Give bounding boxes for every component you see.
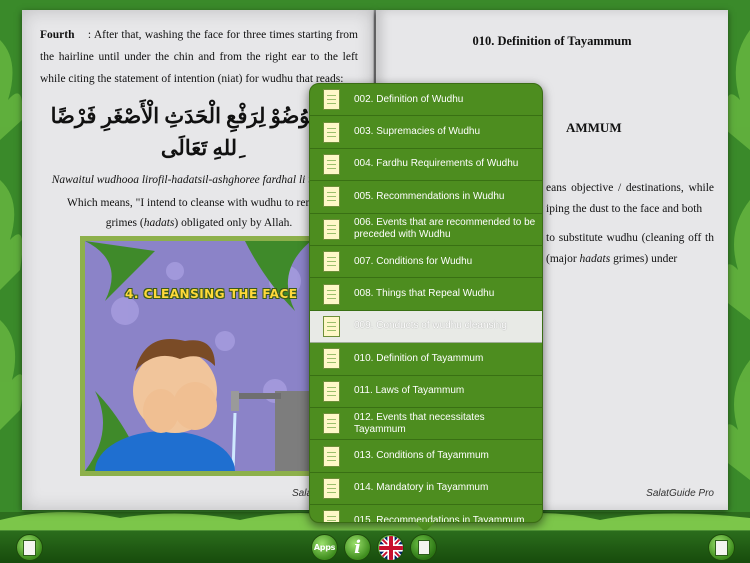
apps-button[interactable]: Apps [311,534,338,561]
toc-item[interactable]: 014. Mandatory in Tayammum [310,473,542,506]
toc-item-label: 011. Laws of Tayammum [354,385,465,397]
step-paragraph: Fourth : After that, washing the face fo… [40,29,359,85]
document-icon [323,413,340,435]
toc-item-label: 005. Recommendations in Wudhu [354,190,505,202]
meaning-part-1: Which means, "I intend to cleanse with w… [66,197,331,209]
document-icon [323,153,340,175]
right-paragraph-2: to substitute wudhu (cleaning off th (ma… [546,228,714,270]
right-paragraph-1: eans objective / destinations, while ipi… [546,182,714,215]
left-book-button[interactable] [16,534,43,561]
toc-item-label: 015. Recommendations in Tayammum [354,514,525,523]
contents-icon [417,540,430,555]
table-of-contents-popup[interactable]: 002. Definition of Wudhu 003. Supremacie… [309,83,543,523]
document-icon [323,477,340,499]
contents-button[interactable] [410,534,437,561]
document-icon [323,445,340,467]
document-icon [323,315,340,337]
toc-item[interactable]: 004. Fardhu Requirements of Wudhu [310,149,542,182]
toc-item[interactable]: 008. Things that Repeal Wudhu [310,278,542,311]
illustration-art [85,241,311,471]
book-icon [23,539,36,556]
toc-item-label: 012. Events that necessitates Tayammum [354,411,485,435]
document-icon [323,251,340,273]
toc-item-label: 009. Conducts of wudhu cleansing [354,320,507,332]
toc-item-label: 014. Mandatory in Tayammum [354,482,489,494]
toc-item-label: 010. Definition of Tayammum [354,352,484,364]
toc-item[interactable]: 007. Conditions for Wudhu [310,246,542,279]
right-para2-hadats: hadats [579,253,611,265]
toc-item[interactable]: 012. Events that necessitates Tayammum [310,408,542,441]
step-text: After that, washing the face for three t… [40,29,359,85]
toc-item-label: 008. Things that Repeal Wudhu [354,288,495,300]
toc-item[interactable]: 013. Conditions of Tayammum [310,440,542,473]
right-book-button[interactable] [708,534,735,561]
right-para2-a: to substitute wudhu (cleaning off [546,232,702,244]
toc-item[interactable]: 006. Events that are recommended to be p… [310,214,542,246]
meaning-hadats: hadats [143,217,175,229]
toc-item-label: 002. Definition of Wudhu [354,93,464,105]
document-icon [323,121,340,143]
document-icon [323,348,340,370]
document-icon [323,89,340,111]
toc-item-label: 006. Events that are recommended to be p… [354,217,536,241]
document-icon [323,510,340,522]
meaning-part-3: ) obligated only by Allah. [174,217,293,229]
step-label: Fourth [40,29,75,41]
document-icon [323,380,340,402]
toc-item-label: 003. Supremacies of Wudhu [354,126,481,138]
toc-item[interactable]: 010. Definition of Tayammum [310,343,542,376]
page-footer-right: SalatGuide Pro [646,488,714,499]
info-button[interactable]: i [344,534,371,561]
illustration-title: 4. CLEANSING THE FACE [125,287,298,301]
book-icon [715,539,728,556]
info-icon: i [354,537,361,558]
document-icon [323,283,340,305]
toc-item[interactable]: 003. Supremacies of Wudhu [310,116,542,149]
toc-item-label: 013. Conditions of Tayammum [354,450,489,462]
section-heading: AMMUM [566,120,622,135]
toc-item[interactable]: 015. Recommendations in Tayammum [310,505,542,523]
toc-item-label: 007. Conditions for Wudhu [354,255,473,267]
toc-item[interactable]: 002. Definition of Wudhu [310,84,542,117]
face-cleansing-illustration: 4. CLEANSING THE FACE [80,236,316,476]
chapter-title: 010. Definition of Tayammum [472,34,632,48]
bottom-toolbar: Apps i [0,530,750,563]
toc-item-selected[interactable]: 009. Conducts of wudhu cleansing [310,310,542,344]
document-icon [323,186,340,208]
uk-flag-icon [378,535,403,560]
document-icon [323,218,340,240]
apps-icon: Apps [313,543,336,552]
toc-item[interactable]: 005. Recommendations in Wudhu [310,181,542,214]
meaning-part-2: grimes ( [105,217,144,229]
language-button[interactable] [377,534,404,561]
toc-item[interactable]: 011. Laws of Tayammum [310,376,542,408]
right-para2-c: grimes) under [613,253,678,265]
toc-item-label: 004. Fardhu Requirements of Wudhu [354,158,519,170]
